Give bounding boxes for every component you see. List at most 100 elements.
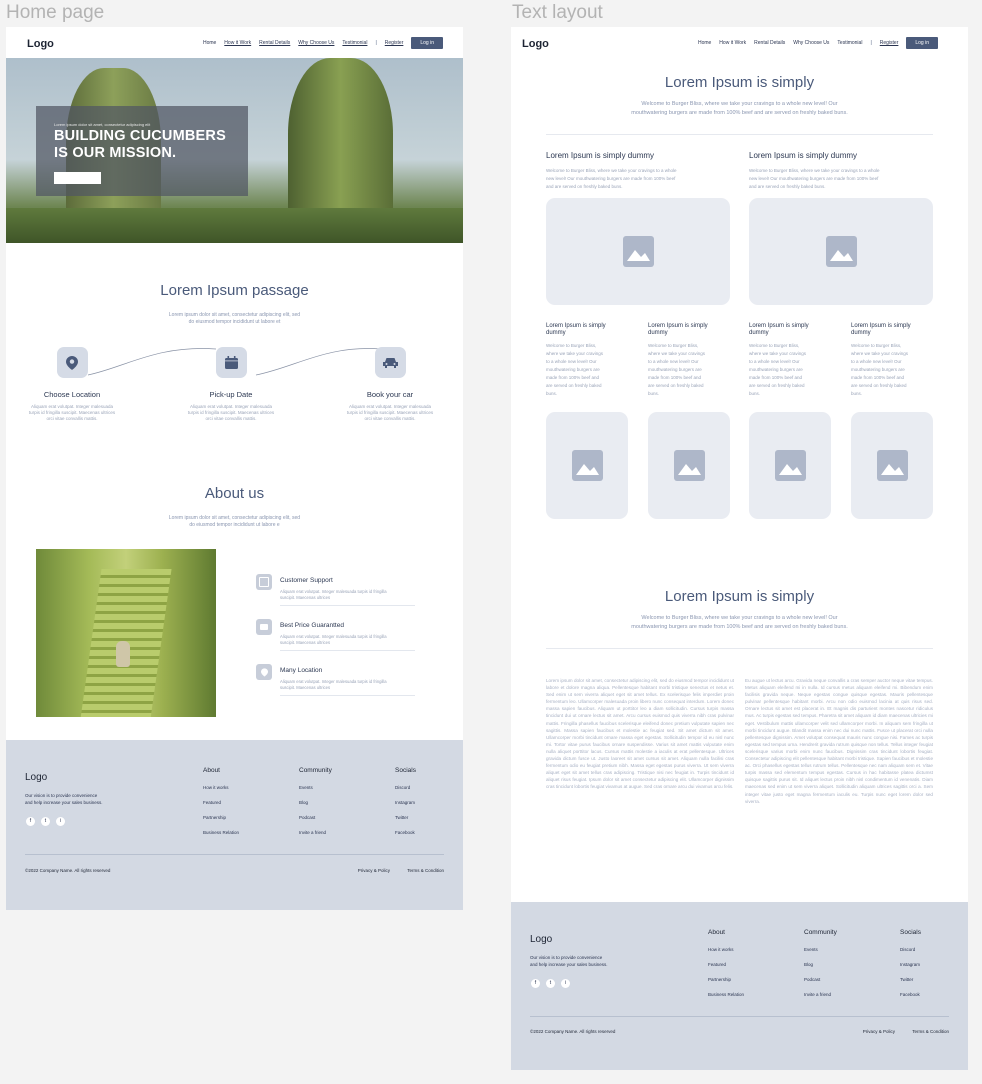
footer-col-heading: About: [203, 767, 220, 774]
nav-home[interactable]: Home: [203, 40, 216, 46]
nav-register[interactable]: Register: [880, 40, 899, 46]
navbar: Logo Home How it Work Rental Details Why…: [6, 27, 463, 59]
terms-link[interactable]: Terms & Condition: [912, 1029, 949, 1034]
four-col-body-line: to a whole new level! Our: [648, 359, 699, 364]
footer-link[interactable]: How it works: [708, 947, 744, 952]
nav-testimonial[interactable]: Testimonial: [837, 40, 862, 46]
footer-link[interactable]: Invite a friend: [804, 992, 837, 997]
footer-link[interactable]: How it works: [203, 785, 239, 790]
image-icon: [876, 450, 908, 481]
footer-vision: Our vision is to provide convenience and…: [530, 954, 625, 968]
four-col-body-line: to a whole new level! Our: [546, 359, 597, 364]
four-col-body-line: are served on freshly baked: [749, 383, 805, 388]
nav-register[interactable]: Register: [385, 40, 404, 46]
step-pickup-date: Pick-up Date Aliquam erat volutpat. Inte…: [176, 347, 286, 422]
footer-link[interactable]: Twitter: [395, 815, 416, 820]
nav-why-choose-us[interactable]: Why Choose Us: [298, 40, 334, 46]
body-paragraph-left: Lorem ipsum dolor sit amet, consectetur …: [546, 678, 734, 790]
privacy-link[interactable]: Privacy & Policy: [358, 868, 390, 873]
footer-link[interactable]: Instagram: [900, 962, 921, 967]
step-choose-location: Choose Location Aliquam erat volutpat. I…: [17, 347, 127, 422]
footer-link[interactable]: Invite a friend: [299, 830, 332, 835]
four-col-body-line: Welcome to Burger Bliss,: [648, 343, 699, 348]
four-col-heading-line: dummy: [851, 330, 871, 336]
four-col-block-2: Lorem Ipsum is simply dummy Welcome to Bu…: [648, 323, 730, 398]
footer-link[interactable]: Blog: [299, 800, 332, 805]
nav-how-it-work[interactable]: How it Work: [224, 40, 251, 46]
image-placeholder: [546, 198, 730, 305]
two-col-text-line: and are served on freshly baked buns.: [749, 184, 826, 189]
facebook-icon[interactable]: f: [531, 979, 540, 988]
footer-link[interactable]: Business Relation: [203, 830, 239, 835]
hero-title-line2: IS OUR MISSION.: [54, 145, 177, 161]
footer-link[interactable]: Events: [299, 785, 332, 790]
four-col-body-line: where we take your cravings: [648, 351, 706, 356]
nav-rental-details[interactable]: Rental Details: [259, 40, 290, 46]
terms-link[interactable]: Terms & Condition: [407, 868, 444, 873]
footer-col-heading: Socials: [900, 929, 921, 936]
footer-link[interactable]: Podcast: [299, 815, 332, 820]
logo[interactable]: Logo: [522, 38, 549, 50]
login-button[interactable]: Log in: [906, 37, 938, 49]
four-col-body-line: are served on freshly baked: [546, 383, 602, 388]
nav-home[interactable]: Home: [698, 40, 711, 46]
instagram-icon[interactable]: i: [56, 817, 65, 826]
footer-vision: Our vision is to provide convenience and…: [25, 792, 120, 806]
four-col-heading-line: Lorem Ipsum is simply: [851, 323, 911, 329]
nav-rental-details[interactable]: Rental Details: [754, 40, 785, 46]
text-layout-frame: Logo Home How it Work Rental Details Why…: [511, 27, 968, 1070]
step-book-car: Book your car Aliquam erat volutpat. Int…: [335, 347, 445, 422]
section-divider: [546, 648, 933, 649]
twitter-icon[interactable]: t: [41, 817, 50, 826]
footer-link[interactable]: Partnership: [203, 815, 239, 820]
footer-link[interactable]: Facebook: [395, 830, 416, 835]
image-placeholder: [648, 412, 730, 519]
footer-link[interactable]: Business Relation: [708, 992, 744, 997]
footer-link[interactable]: Partnership: [708, 977, 744, 982]
footer-link[interactable]: Facebook: [900, 992, 921, 997]
feature-description-line: suscipit. Maecenas ultrices: [280, 685, 331, 690]
four-col-body-line: mouthwatering burgers are: [648, 367, 702, 372]
about-subtitle-line2: do eiusmod tempor incididunt ut labore e: [189, 522, 280, 528]
four-col-body-line: buns.: [749, 391, 761, 396]
four-col-body-line: buns.: [546, 391, 558, 396]
twitter-icon[interactable]: t: [546, 979, 555, 988]
footer-link[interactable]: Blog: [804, 962, 837, 967]
footer-link[interactable]: Podcast: [804, 977, 837, 982]
four-col-heading: Lorem Ipsum is simply dummy: [546, 323, 628, 337]
hero-cta-button[interactable]: [54, 172, 101, 184]
privacy-link[interactable]: Privacy & Policy: [863, 1029, 895, 1034]
instagram-icon[interactable]: i: [561, 979, 570, 988]
footer-link[interactable]: Discord: [395, 785, 416, 790]
about-image: [36, 549, 216, 717]
nav-why-choose-us[interactable]: Why Choose Us: [793, 40, 829, 46]
footer: Logo Our vision is to provide convenienc…: [511, 902, 968, 1070]
feature-divider: [280, 650, 415, 651]
footer-link[interactable]: Instagram: [395, 800, 416, 805]
text-title-1: Lorem Ipsum is simply: [664, 74, 815, 91]
footer-col-heading: About: [708, 929, 725, 936]
four-col-body-line: mouthwatering burgers are: [546, 367, 600, 372]
footer-col-community: Community Events Blog Podcast Invite a f…: [804, 929, 837, 1007]
footer-link[interactable]: Featured: [203, 800, 239, 805]
footer-logo: Logo: [25, 772, 48, 783]
footer-divider: [25, 854, 444, 855]
logo[interactable]: Logo: [27, 38, 54, 50]
facebook-icon[interactable]: f: [26, 817, 35, 826]
nav-how-it-work[interactable]: How it Work: [719, 40, 746, 46]
four-col-body-line: where we take your cravings: [851, 351, 909, 356]
footer-col-heading: Socials: [395, 767, 416, 774]
passage-title: Lorem Ipsum passage: [160, 282, 309, 299]
footer-link[interactable]: Featured: [708, 962, 744, 967]
nav-testimonial[interactable]: Testimonial: [342, 40, 367, 46]
footer-link[interactable]: Events: [804, 947, 837, 952]
image-icon: [825, 236, 857, 267]
two-col-text-line: Welcome to Burger Bliss, where we take y…: [749, 168, 880, 173]
car-icon: [374, 347, 406, 378]
text-intro-line: mouthwatering burgers are made from 100%…: [631, 624, 848, 630]
footer-link[interactable]: Twitter: [900, 977, 921, 982]
login-button[interactable]: Log in: [411, 37, 443, 49]
text-title-2: Lorem Ipsum is simply: [664, 588, 815, 605]
footer-link[interactable]: Discord: [900, 947, 921, 952]
footer-social-icons: f t i: [531, 979, 576, 988]
